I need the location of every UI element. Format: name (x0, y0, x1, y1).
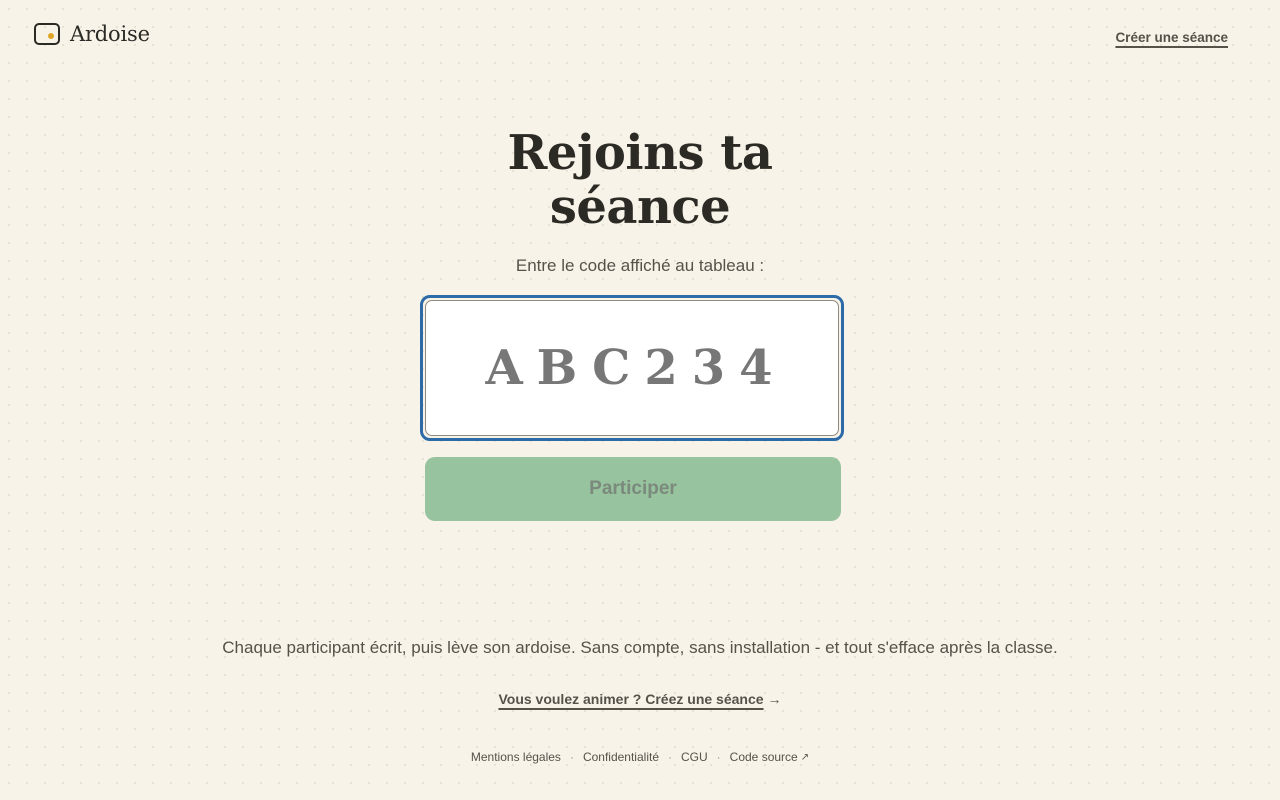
create-session-link[interactable]: Créer une séance (1115, 30, 1228, 45)
slate-logo-icon (34, 23, 60, 45)
footer-separator: · (716, 750, 721, 764)
footer-link-source-code-label: Code source (729, 750, 798, 764)
code-input-focus-ring (420, 295, 844, 441)
arrow-right-icon: → (767, 691, 782, 707)
logo-text: Ardoise (70, 22, 150, 46)
home-logo-link[interactable]: Ardoise (34, 22, 150, 46)
page-title: Rejoins ta séance (0, 126, 1280, 234)
footer-separator: · (668, 750, 672, 764)
external-link-icon: ↗ (800, 752, 810, 763)
footer-link-source-code[interactable]: Code source ↗ (730, 750, 809, 764)
footer-link-legal[interactable]: Mentions légales (471, 750, 561, 764)
code-instruction: Entre le code affiché au tableau : (515, 256, 765, 275)
page-title-line2: séance (549, 179, 731, 235)
session-code-input[interactable] (425, 300, 839, 436)
footer-nav: Mentions légales · Confidentialité · CGU · Cod… (0, 750, 1280, 764)
tagline: Chaque participant écrit, puis lève son … (222, 638, 1058, 657)
logo-accent-dot (48, 33, 54, 39)
animate-session-link[interactable]: Vous voulez animer ? Créez une séance (498, 691, 763, 707)
animate-link-row: Vous voulez animer ? Créez une séance → (0, 691, 1280, 707)
join-button[interactable]: Participer (425, 457, 841, 521)
footer-link-privacy[interactable]: Confidentialité (583, 750, 659, 764)
top-bar: Ardoise Créer une séance (0, 0, 1280, 70)
page-title-line1: Rejoins ta (507, 125, 773, 181)
animate-session-link-label: Vous voulez animer ? Créez une séance (498, 691, 764, 707)
footer-separator: · (569, 750, 574, 764)
footer-link-terms[interactable]: CGU (681, 750, 708, 764)
